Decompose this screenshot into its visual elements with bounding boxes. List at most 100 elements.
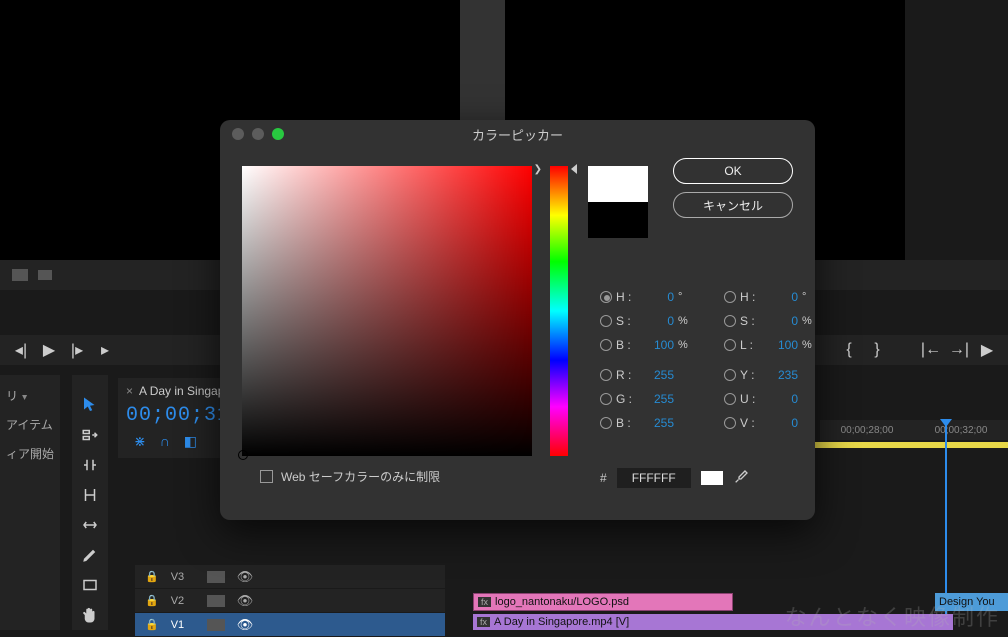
column-items[interactable]: アイテム [6, 416, 54, 433]
hex-swatch [701, 471, 723, 485]
hex-row: # [600, 468, 749, 488]
pen-tool[interactable] [80, 545, 100, 565]
track-name: V1 [171, 619, 195, 631]
play-in-out-button[interactable]: ▶ [976, 341, 998, 359]
step-forward-button[interactable]: |▸ [66, 341, 88, 359]
saturation-value-field[interactable]: ❯ [242, 166, 532, 456]
hsb-s-row[interactable]: S :0% [600, 314, 690, 328]
rgb-r-row[interactable]: R :255 [600, 368, 690, 382]
track-select-tool[interactable] [80, 425, 100, 445]
track-output-icon[interactable] [207, 619, 225, 631]
snap-icon[interactable]: ⋇ [134, 433, 146, 450]
step-back-button[interactable]: ◂| [10, 341, 32, 359]
project-panel: リ▸ アイテム ィア開始 [0, 375, 60, 630]
radio-hsl-l[interactable] [724, 339, 736, 351]
track-header-v3[interactable]: 🔒 V3 👁 [135, 565, 445, 589]
radio-rgb-r[interactable] [600, 369, 612, 381]
eye-icon[interactable]: 👁 [237, 617, 254, 633]
yuv-y-row[interactable]: Y :235 [724, 368, 814, 382]
sv-marker[interactable] [238, 450, 248, 460]
hsb-b-row[interactable]: B :100% [600, 338, 690, 352]
radio-hsb-b[interactable] [600, 339, 612, 351]
close-icon[interactable]: × [126, 384, 133, 398]
hue-marker[interactable] [571, 164, 577, 174]
radio-rgb-b[interactable] [600, 417, 612, 429]
old-color-swatch[interactable] [588, 202, 648, 238]
list-view-icon[interactable] [12, 269, 28, 281]
radio-hsb-s[interactable] [600, 315, 612, 327]
radio-yuv-v[interactable] [724, 417, 736, 429]
next-frame-button[interactable]: ▸ [94, 341, 116, 359]
radio-hsb-h[interactable] [600, 291, 612, 303]
checkbox-icon[interactable] [260, 470, 273, 483]
window-zoom-icon[interactable] [272, 128, 284, 140]
rgb-g-row[interactable]: G :255 [600, 392, 690, 406]
tool-palette [72, 375, 108, 630]
track-header-v1[interactable]: 🔒 V1 👁 [135, 613, 445, 637]
radio-hsl-h[interactable] [724, 291, 736, 303]
audio-view-icon[interactable] [38, 270, 52, 280]
hash-label: # [600, 471, 607, 485]
track-header-v2[interactable]: 🔒 V2 👁 [135, 589, 445, 613]
fx-badge: fx [478, 597, 491, 607]
eye-icon[interactable]: 👁 [237, 569, 254, 585]
timeline-ruler[interactable]: 00;00;28;00 00;00;32;00 [820, 420, 1008, 440]
color-values-grid: H :0° H :0° S :0% S :0% B :100% L :100% … [600, 290, 814, 430]
radio-rgb-g[interactable] [600, 393, 612, 405]
track-headers: 🔒 V3 👁 🔒 V2 👁 🔒 V1 👁 [135, 565, 445, 637]
sv-arrow-icon: ❯ [534, 164, 542, 175]
hex-input[interactable] [617, 468, 691, 488]
ruler-mark: 00;00;32;00 [935, 425, 988, 436]
track-name: V2 [171, 595, 195, 607]
clip-main-video[interactable]: fxA Day in Singapore.mp4 [V] [473, 614, 953, 630]
column-media-start[interactable]: ィア開始 [6, 445, 54, 462]
window-close-icon[interactable] [232, 128, 244, 140]
go-in-button[interactable]: |← [920, 341, 942, 359]
rgb-b-row[interactable]: B :255 [600, 416, 690, 430]
linked-selection-icon[interactable]: ◧ [184, 433, 197, 450]
hue-slider[interactable] [550, 166, 568, 456]
mark-in-button[interactable]: { [838, 341, 860, 359]
yuv-u-row[interactable]: U :0 [724, 392, 814, 406]
ripple-edit-tool[interactable] [80, 455, 100, 475]
radio-yuv-u[interactable] [724, 393, 736, 405]
hsl-h-row[interactable]: H :0° [724, 290, 814, 304]
hsl-l-row[interactable]: L :100% [724, 338, 814, 352]
slip-tool[interactable] [80, 515, 100, 535]
lock-icon[interactable]: 🔒 [145, 594, 159, 607]
web-safe-checkbox-row[interactable]: Web セーフカラーのみに制限 [260, 468, 440, 485]
eye-icon[interactable]: 👁 [237, 593, 254, 609]
hand-tool[interactable] [80, 605, 100, 625]
dialog-title: カラーピッカー [220, 125, 815, 144]
clip-logo[interactable]: fxlogo_nantonaku/LOGO.psd [473, 593, 733, 611]
color-picker-dialog: カラーピッカー ❯ OK キャンセル H :0° H :0° S :0% S :… [220, 120, 815, 520]
hsl-s-row[interactable]: S :0% [724, 314, 814, 328]
fx-badge: fx [477, 617, 490, 627]
lock-icon[interactable]: 🔒 [145, 618, 159, 631]
cancel-button[interactable]: キャンセル [673, 192, 793, 218]
eyedropper-icon[interactable] [733, 469, 749, 488]
selection-tool[interactable] [80, 395, 100, 415]
rectangle-tool[interactable] [80, 575, 100, 595]
dialog-titlebar[interactable]: カラーピッカー [220, 120, 815, 148]
radio-yuv-y[interactable] [724, 369, 736, 381]
ok-button[interactable]: OK [673, 158, 793, 184]
go-out-button[interactable]: →| [948, 341, 970, 359]
track-name: V3 [171, 571, 195, 583]
play-button[interactable]: ▶ [38, 341, 60, 359]
window-minimize-icon[interactable] [252, 128, 264, 140]
mark-out-button[interactable]: } [866, 341, 888, 359]
ruler-mark: 00;00;28;00 [841, 425, 894, 436]
hsb-h-row[interactable]: H :0° [600, 290, 690, 304]
track-output-icon[interactable] [207, 595, 225, 607]
track-output-icon[interactable] [207, 571, 225, 583]
razor-tool[interactable] [80, 485, 100, 505]
yuv-v-row[interactable]: V :0 [724, 416, 814, 430]
radio-hsl-s[interactable] [724, 315, 736, 327]
new-color-swatch [588, 166, 648, 202]
panel-tab-label[interactable]: リ▸ [6, 387, 54, 404]
clip-design[interactable]: Design You [935, 593, 1008, 611]
web-safe-label: Web セーフカラーのみに制限 [281, 468, 440, 485]
magnet-icon[interactable]: ∩ [160, 433, 170, 450]
lock-icon[interactable]: 🔒 [145, 570, 159, 583]
